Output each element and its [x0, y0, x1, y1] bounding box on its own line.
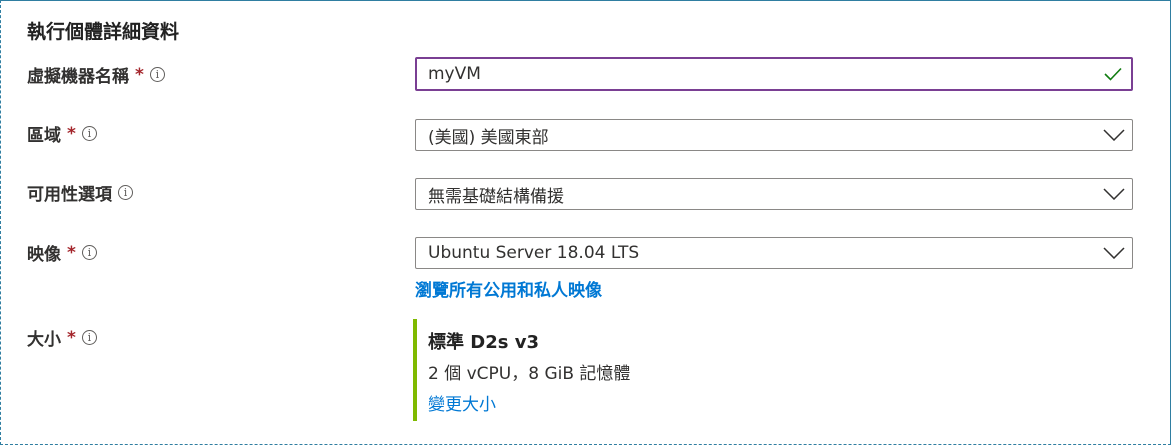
region-label-text: 區域: [27, 126, 61, 146]
size-accent-bar: [413, 319, 417, 421]
vm-name-label: 虛擬機器名稱 * i: [27, 62, 165, 87]
required-marker: *: [67, 123, 76, 144]
change-size-link[interactable]: 變更大小: [428, 390, 496, 415]
chevron-down-icon: [1096, 237, 1132, 269]
vm-name-label-text: 虛擬機器名稱: [27, 67, 129, 87]
valid-check-icon: [1095, 59, 1131, 89]
image-dropdown[interactable]: Ubuntu Server 18.04 LTS: [415, 237, 1133, 269]
availability-label-text: 可用性選項: [27, 185, 112, 205]
size-label: 大小 * i: [27, 325, 97, 350]
availability-dropdown[interactable]: 無需基礎結構備援: [415, 178, 1133, 210]
info-icon[interactable]: i: [118, 185, 133, 200]
browse-images-link[interactable]: 瀏覽所有公用和私人映像: [415, 276, 602, 301]
availability-value: 無需基礎結構備援: [428, 186, 564, 207]
info-icon[interactable]: i: [81, 245, 97, 260]
vm-name-value: myVM: [428, 64, 481, 84]
image-label-text: 映像: [27, 245, 61, 265]
region-value: (美國) 美國東部: [428, 127, 549, 148]
size-label-text: 大小: [27, 330, 61, 350]
required-marker: *: [67, 327, 76, 348]
availability-label: 可用性選項 i: [27, 180, 133, 205]
region-dropdown[interactable]: (美國) 美國東部: [415, 119, 1133, 151]
image-label: 映像 * i: [27, 240, 97, 265]
vm-name-input[interactable]: myVM: [415, 57, 1133, 91]
info-icon[interactable]: i: [81, 126, 97, 141]
size-name: 標準 D2s v3: [428, 332, 539, 353]
image-value: Ubuntu Server 18.04 LTS: [428, 243, 640, 263]
size-spec: 2 個 vCPU，8 GiB 記憶體: [428, 364, 631, 384]
info-icon[interactable]: i: [81, 330, 97, 345]
chevron-down-icon: [1096, 119, 1132, 151]
chevron-down-icon: [1096, 178, 1132, 210]
info-icon[interactable]: i: [149, 67, 165, 82]
required-marker: *: [67, 242, 76, 263]
region-label: 區域 * i: [27, 121, 97, 146]
section-title: 執行個體詳細資料: [27, 21, 180, 43]
required-marker: *: [135, 64, 144, 85]
